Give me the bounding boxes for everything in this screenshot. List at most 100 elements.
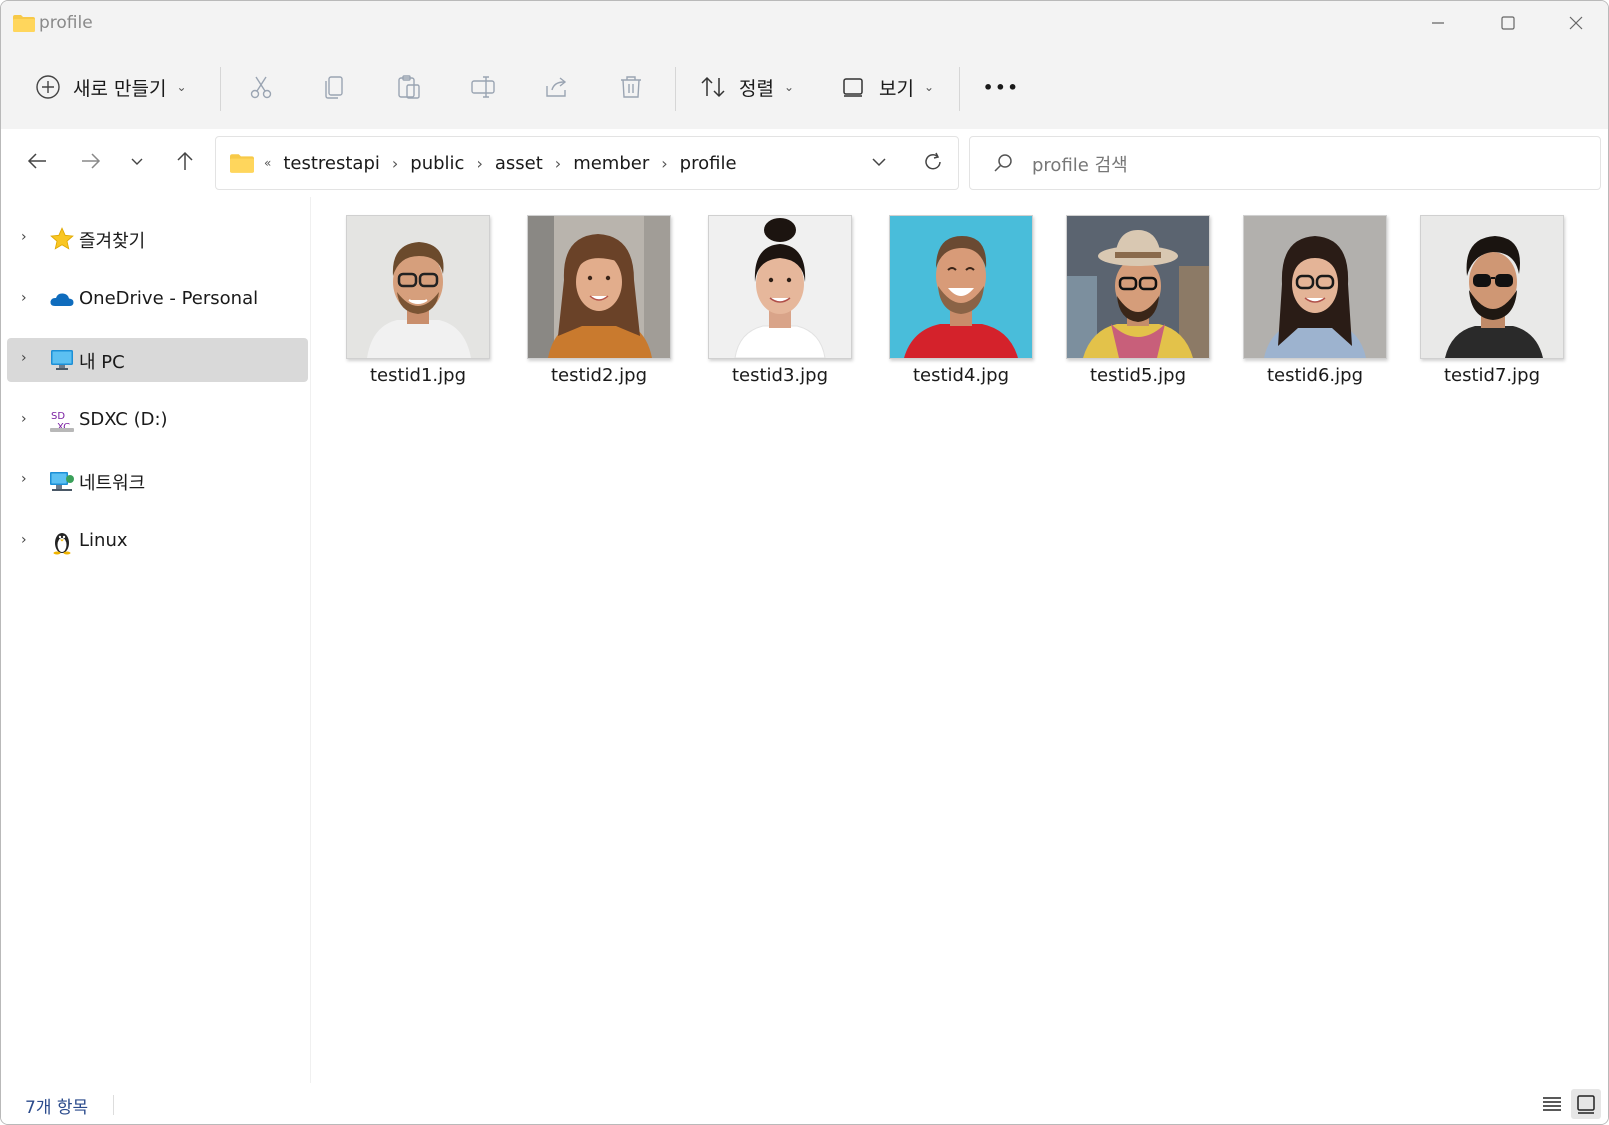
cloud-icon: [50, 293, 74, 306]
minimize-button[interactable]: [1403, 1, 1473, 45]
folder-icon: [13, 15, 35, 32]
more-options-button[interactable]: •••: [983, 59, 1020, 115]
maximize-button[interactable]: [1473, 1, 1543, 45]
chevron-right-icon[interactable]: ›: [555, 154, 561, 173]
new-button[interactable]: 새로 만들기 ⌄: [35, 59, 187, 115]
file-item[interactable]: testid5.jpg: [1066, 215, 1210, 405]
title-bar: profile: [1, 1, 1608, 45]
chevron-right-icon[interactable]: ›: [661, 154, 667, 173]
image-thumbnail: [708, 215, 852, 359]
crumb-testrestapi[interactable]: testrestapi: [283, 153, 380, 174]
overflow-chevron[interactable]: «: [264, 156, 271, 170]
paste-icon: [398, 75, 420, 99]
paste-button[interactable]: [391, 69, 427, 105]
image-thumbnail: [1066, 215, 1210, 359]
close-icon: [1569, 16, 1583, 30]
delete-icon: [621, 76, 641, 98]
file-item[interactable]: testid6.jpg: [1243, 215, 1387, 405]
divider: [959, 67, 960, 111]
view-label: 보기: [879, 77, 914, 100]
rename-icon: [471, 76, 495, 98]
crumb-member[interactable]: member: [573, 153, 649, 174]
chevron-right-icon[interactable]: ›: [21, 229, 27, 245]
image-thumbnail: [1243, 215, 1387, 359]
chevron-right-icon[interactable]: ›: [21, 350, 27, 366]
file-item[interactable]: testid1.jpg: [346, 215, 490, 405]
sidebar-item-label: 내 PC: [79, 352, 125, 373]
image-thumbnail: [527, 215, 671, 359]
portrait-image: [528, 216, 670, 358]
rename-button[interactable]: [465, 69, 501, 105]
thumbnail-view-icon: [1577, 1095, 1595, 1114]
details-view-button[interactable]: [1537, 1089, 1567, 1119]
file-name: testid1.jpg: [369, 365, 467, 386]
view-icon: [843, 78, 863, 97]
chevron-down-icon: ⌄: [176, 80, 187, 94]
chevron-right-icon[interactable]: ›: [392, 154, 398, 173]
sidebar-item-label: 즐겨찾기: [79, 231, 146, 252]
file-item[interactable]: testid2.jpg: [527, 215, 671, 405]
crumb-public[interactable]: public: [410, 153, 464, 174]
penguin-icon: [53, 533, 71, 555]
file-name: testid3.jpg: [731, 365, 829, 386]
copy-icon: [325, 76, 343, 99]
file-name: testid7.jpg: [1443, 365, 1541, 386]
close-button[interactable]: [1541, 1, 1608, 45]
address-history-button[interactable]: [870, 153, 888, 175]
chrome: profile 새로 만들기 ⌄ 정렬 ⌄ 보기 ⌄ •••: [1, 1, 1608, 130]
sidebar-item-label: OneDrive - Personal: [79, 288, 259, 309]
portrait-image: [347, 216, 489, 358]
search-box[interactable]: profile 검색: [969, 136, 1601, 190]
chevron-right-icon[interactable]: ›: [21, 411, 27, 427]
arrow-left-icon: [27, 153, 46, 169]
chevron-right-icon[interactable]: ›: [21, 290, 27, 306]
list-view-icon: [1543, 1097, 1561, 1111]
search-icon: [994, 154, 1012, 172]
maximize-icon: [1501, 16, 1515, 30]
up-button[interactable]: [169, 145, 201, 177]
copy-button[interactable]: [317, 69, 353, 105]
chevron-down-icon: [131, 158, 143, 165]
chevron-down-icon: ⌄: [783, 80, 795, 94]
address-bar[interactable]: « testrestapi › public › asset › member …: [215, 136, 959, 190]
minimize-icon: [1432, 22, 1444, 24]
chevron-right-icon[interactable]: ›: [21, 471, 27, 487]
chevron-down-icon: ⌄: [923, 80, 935, 94]
delete-button[interactable]: [613, 69, 649, 105]
file-item[interactable]: testid3.jpg: [708, 215, 852, 405]
chevron-right-icon[interactable]: ›: [21, 532, 27, 548]
cut-button[interactable]: [243, 69, 279, 105]
file-item[interactable]: testid4.jpg: [889, 215, 1033, 405]
sidebar-item-this-pc[interactable]: › 내 PC: [7, 338, 308, 382]
file-name: testid2.jpg: [550, 365, 648, 386]
sort-label: 정렬: [739, 77, 774, 100]
sidebar-item-network[interactable]: › 네트워크: [7, 459, 308, 503]
sd-card-icon: SD XC: [50, 411, 74, 433]
sidebar-item-sdxc[interactable]: › SD XC SDXC (D:): [7, 399, 308, 443]
chevron-right-icon[interactable]: ›: [476, 154, 482, 173]
file-name: testid4.jpg: [912, 365, 1010, 386]
share-icon: [546, 77, 567, 97]
more-icon: •••: [983, 77, 1020, 97]
recent-locations-button[interactable]: [121, 145, 153, 177]
large-icons-view-button[interactable]: [1571, 1089, 1601, 1119]
file-item[interactable]: testid7.jpg: [1420, 215, 1564, 405]
network-icon: [50, 472, 74, 491]
arrow-right-icon: [82, 153, 101, 169]
sidebar-item-linux[interactable]: › Linux: [7, 520, 308, 564]
sidebar-item-favorites[interactable]: › 즐겨찾기: [7, 217, 308, 261]
image-thumbnail: [889, 215, 1033, 359]
crumb-profile[interactable]: profile: [680, 153, 737, 174]
chevron-down-icon: [872, 158, 886, 167]
sidebar-item-onedrive[interactable]: › OneDrive - Personal: [7, 278, 308, 322]
refresh-button[interactable]: [922, 151, 944, 177]
divider: [220, 67, 221, 111]
forward-button[interactable]: [75, 145, 107, 177]
back-button[interactable]: [21, 145, 53, 177]
crumb-asset[interactable]: asset: [495, 153, 543, 174]
search-input[interactable]: profile 검색: [1032, 151, 1128, 177]
sort-button[interactable]: 정렬 ⌄: [699, 59, 794, 115]
share-button[interactable]: [539, 69, 575, 105]
arrow-up-icon: [177, 151, 193, 170]
view-button[interactable]: 보기 ⌄: [841, 59, 934, 115]
